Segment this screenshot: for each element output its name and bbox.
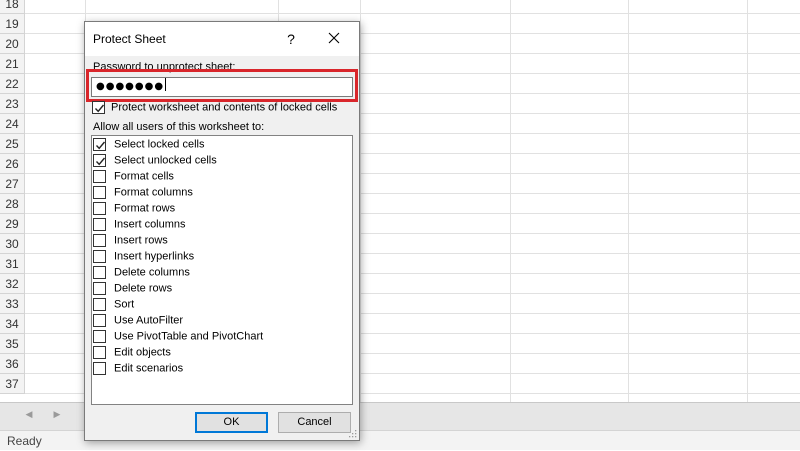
row-header[interactable]: 35: [0, 334, 25, 354]
permission-checkbox[interactable]: [93, 234, 106, 247]
column-gridline: [510, 0, 511, 402]
row-header[interactable]: 21: [0, 54, 25, 74]
column-gridline: [360, 0, 361, 402]
permission-checkbox[interactable]: [93, 362, 106, 375]
permission-label: Select unlocked cells: [114, 154, 217, 167]
permission-checkbox[interactable]: [93, 282, 106, 295]
row-header[interactable]: 32: [0, 274, 25, 294]
row-header[interactable]: 22: [0, 74, 25, 94]
ok-button[interactable]: OK: [195, 412, 268, 433]
protect-worksheet-option[interactable]: Protect worksheet and contents of locked…: [92, 101, 337, 117]
protect-worksheet-label: Protect worksheet and contents of locked…: [111, 101, 338, 114]
column-gridline: [747, 0, 748, 402]
checkmark-icon: [95, 141, 106, 150]
permission-label: Use AutoFilter: [114, 314, 184, 327]
protect-sheet-dialog: Protect Sheet ? Password to unprotect sh…: [84, 21, 360, 441]
row-header[interactable]: 28: [0, 194, 25, 214]
permission-checkbox[interactable]: [93, 154, 106, 167]
permission-checkbox[interactable]: [93, 218, 106, 231]
permission-label: Edit objects: [114, 346, 171, 359]
permission-label: Format columns: [114, 186, 193, 199]
scroll-tabs-right-icon[interactable]: ▶: [50, 409, 64, 420]
permission-item[interactable]: Delete rows: [93, 282, 172, 298]
row-header[interactable]: 25: [0, 134, 25, 154]
permission-label: Format rows: [114, 202, 176, 215]
text-caret: [165, 78, 167, 91]
row-header[interactable]: 24: [0, 114, 25, 134]
row-header[interactable]: 27: [0, 174, 25, 194]
permission-checkbox[interactable]: [93, 138, 106, 151]
permission-checkbox[interactable]: [93, 266, 106, 279]
row-header[interactable]: 30: [0, 234, 25, 254]
permission-label: Insert columns: [114, 218, 186, 231]
column-gridline: [628, 0, 629, 402]
row-header[interactable]: 36: [0, 354, 25, 374]
permission-label: Insert rows: [114, 234, 168, 247]
row-header[interactable]: 29: [0, 214, 25, 234]
permission-item[interactable]: Edit objects: [93, 346, 171, 362]
permission-item[interactable]: Select locked cells: [93, 138, 205, 154]
protect-worksheet-checkbox[interactable]: [92, 101, 105, 114]
resize-grip-icon[interactable]: [347, 428, 357, 438]
row-header[interactable]: 34: [0, 314, 25, 334]
permission-label: Use PivotTable and PivotChart: [114, 330, 264, 343]
permission-item[interactable]: Use PivotTable and PivotChart: [93, 330, 263, 346]
password-value: ●●●●●●●: [96, 81, 165, 92]
permission-label: Format cells: [114, 170, 174, 183]
permission-checkbox[interactable]: [93, 346, 106, 359]
permission-label: Sort: [114, 298, 135, 311]
permission-item[interactable]: Format cells: [93, 170, 174, 186]
permission-item[interactable]: Delete columns: [93, 266, 190, 282]
permission-checkbox[interactable]: [93, 170, 106, 183]
permission-label: Select locked cells: [114, 138, 205, 151]
checkmark-icon: [95, 157, 106, 166]
permission-item[interactable]: Use AutoFilter: [93, 314, 183, 330]
permission-item[interactable]: Format columns: [93, 186, 193, 202]
password-input[interactable]: ●●●●●●●: [91, 77, 353, 97]
dialog-title: Protect Sheet: [93, 32, 166, 46]
help-button[interactable]: ?: [279, 29, 303, 49]
row-header[interactable]: 31: [0, 254, 25, 274]
permission-item[interactable]: Select unlocked cells: [93, 154, 217, 170]
row-header[interactable]: 26: [0, 154, 25, 174]
permission-label: Edit scenarios: [114, 362, 184, 375]
scroll-tabs-left-icon[interactable]: ◀: [22, 409, 36, 420]
status-text: Ready: [7, 434, 42, 448]
allow-users-label: Allow all users of this worksheet to:: [93, 121, 265, 133]
row-gridline: [25, 13, 800, 14]
permission-item[interactable]: Insert rows: [93, 234, 168, 250]
permission-checkbox[interactable]: [93, 250, 106, 263]
row-header[interactable]: 23: [0, 94, 25, 114]
permission-item[interactable]: Sort: [93, 298, 134, 314]
permission-item[interactable]: Insert columns: [93, 218, 186, 234]
row-header[interactable]: 37: [0, 374, 25, 394]
permission-label: Delete rows: [114, 282, 173, 295]
checkmark-icon: [94, 104, 105, 113]
permission-label: Delete columns: [114, 266, 190, 279]
permission-item[interactable]: Insert hyperlinks: [93, 250, 194, 266]
permission-item[interactable]: Edit scenarios: [93, 362, 183, 378]
close-icon: [328, 32, 340, 44]
permission-item[interactable]: Format rows: [93, 202, 175, 218]
row-header[interactable]: 33: [0, 294, 25, 314]
cancel-button[interactable]: Cancel: [278, 412, 351, 433]
row-header[interactable]: 19: [0, 14, 25, 34]
dialog-titlebar[interactable]: Protect Sheet ?: [85, 22, 359, 56]
permission-checkbox[interactable]: [93, 202, 106, 215]
permission-checkbox[interactable]: [93, 298, 106, 311]
permission-checkbox[interactable]: [93, 330, 106, 343]
close-button[interactable]: [321, 28, 347, 50]
permissions-list[interactable]: Select locked cells Select unlocked cells…: [91, 135, 353, 405]
row-header[interactable]: 18: [0, 0, 25, 14]
permission-label: Insert hyperlinks: [114, 250, 195, 263]
permission-checkbox[interactable]: [93, 314, 106, 327]
row-header[interactable]: 20: [0, 34, 25, 54]
permission-checkbox[interactable]: [93, 186, 106, 199]
